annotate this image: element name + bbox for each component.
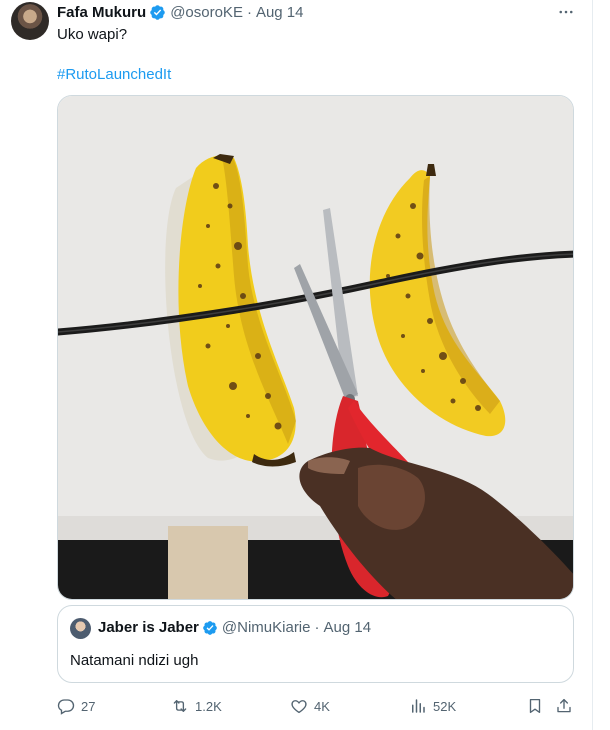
retweet-icon xyxy=(173,700,187,712)
tweet-timestamp[interactable]: Aug 14 xyxy=(256,4,304,21)
reply-count: 27 xyxy=(81,698,96,714)
retweet-count: 1.2K xyxy=(195,698,222,714)
separator-dot: · xyxy=(246,3,252,21)
separator-dot: · xyxy=(314,619,320,636)
author-avatar[interactable] xyxy=(11,2,49,40)
hashtag-link[interactable]: #RutoLaunchedIt xyxy=(57,66,171,83)
tweet-actions: 27 1.2K 4K 52K xyxy=(57,696,577,716)
retweet-button[interactable]: 1.2K xyxy=(171,696,222,716)
verified-badge-icon xyxy=(150,4,165,20)
share-button[interactable] xyxy=(555,696,573,716)
bookmark-button[interactable] xyxy=(526,696,544,716)
quoted-tweet-header: Jaber is Jaber @NimuKiarie · Aug 14 xyxy=(98,619,371,636)
tweet[interactable]: Fafa Mukuru @osoroKE · Aug 14 Uko wapi? … xyxy=(0,0,593,730)
reply-icon xyxy=(57,699,75,715)
photo-banana-scissors xyxy=(58,96,573,599)
quoted-tweet-text: Natamani ndizi ugh xyxy=(70,652,199,669)
tweet-header: Fafa Mukuru @osoroKE · Aug 14 xyxy=(57,2,304,22)
verified-badge-icon xyxy=(203,620,217,635)
tweet-text: Uko wapi? xyxy=(57,26,128,43)
quoted-tweet-timestamp: Aug 14 xyxy=(323,619,372,636)
quoted-author-avatar xyxy=(70,618,91,639)
bookmark-icon xyxy=(529,698,541,714)
more-icon[interactable] xyxy=(556,3,576,21)
share-icon xyxy=(557,698,571,713)
tweet-photo[interactable] xyxy=(57,95,574,600)
author-name[interactable]: Fafa Mukuru xyxy=(57,4,146,21)
reply-button[interactable]: 27 xyxy=(57,696,95,716)
quoted-author-handle: @NimuKiarie xyxy=(221,619,311,636)
like-count: 4K xyxy=(314,698,330,714)
like-button[interactable]: 4K xyxy=(290,696,330,716)
views-icon xyxy=(412,699,425,713)
heart-icon xyxy=(291,700,307,714)
quoted-tweet[interactable]: Jaber is Jaber @NimuKiarie · Aug 14 Nata… xyxy=(57,605,574,683)
author-handle[interactable]: @osoroKE xyxy=(170,4,243,21)
views-button[interactable]: 52K xyxy=(409,696,456,716)
view-count: 52K xyxy=(433,698,457,714)
quoted-author-name: Jaber is Jaber xyxy=(98,619,199,636)
